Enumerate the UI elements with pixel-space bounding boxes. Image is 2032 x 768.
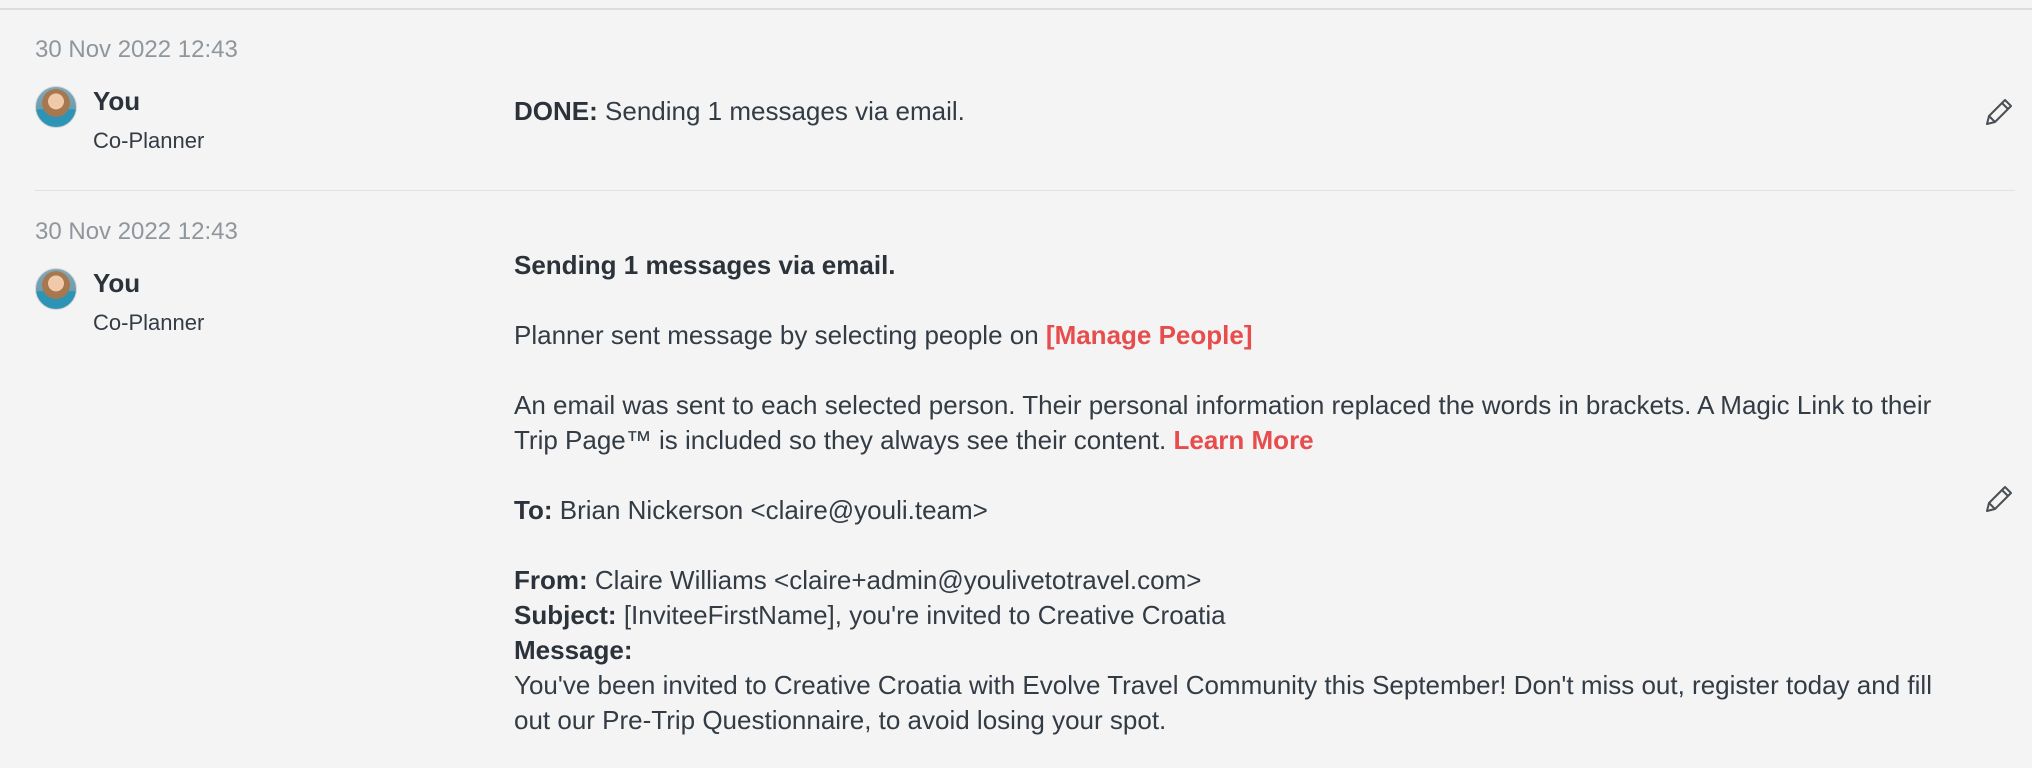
message-value: You've been invited to Creative Croatia … xyxy=(514,670,1932,735)
from-label: From: xyxy=(514,565,588,595)
edit-button[interactable] xyxy=(1981,96,2015,130)
info-paragraph: An email was sent to each selected perso… xyxy=(514,388,1974,458)
pencil-icon xyxy=(1986,486,2012,512)
from-line: From: Claire Williams <claire+admin@youl… xyxy=(514,563,1974,598)
activity-entry: 30 Nov 2022 12:43 You Co-Planner DONE: S… xyxy=(35,36,2015,191)
sent-line-text: Planner sent message by selecting people… xyxy=(514,320,1039,350)
pencil-icon xyxy=(1986,99,2012,125)
to-label: To: xyxy=(514,495,553,525)
status-line: DONE: Sending 1 messages via email. xyxy=(514,94,1974,129)
to-line: To: Brian Nickerson <claire@youli.team> xyxy=(514,493,1974,528)
activity-entry: 30 Nov 2022 12:43 You Co-Planner Sending… xyxy=(35,218,2015,758)
status-prefix: DONE: xyxy=(514,96,598,126)
entry-body: Sending 1 messages via email. Planner se… xyxy=(514,248,1974,738)
subject-value: [InviteeFirstName], you're invited to Cr… xyxy=(623,600,1226,630)
manage-people-link[interactable]: [Manage People] xyxy=(1046,320,1253,350)
user-avatar[interactable] xyxy=(35,86,77,128)
message-label: Message: xyxy=(514,635,633,665)
author-role: Co-Planner xyxy=(93,128,205,153)
author-name: You xyxy=(93,86,141,116)
edit-button[interactable] xyxy=(1981,483,2015,517)
sent-line: Planner sent message by selecting people… xyxy=(514,318,1974,353)
message-heading: Sending 1 messages via email. xyxy=(514,250,896,280)
entry-timestamp: 30 Nov 2022 12:43 xyxy=(35,36,238,63)
author-role: Co-Planner xyxy=(93,310,205,335)
to-value: Brian Nickerson <claire@youli.team> xyxy=(559,495,988,525)
subject-line: Subject: [InviteeFirstName], you're invi… xyxy=(514,598,1974,633)
author-name: You xyxy=(93,268,141,298)
status-text: Sending 1 messages via email. xyxy=(605,96,965,126)
entry-body: DONE: Sending 1 messages via email. xyxy=(514,94,1974,129)
from-value: Claire Williams <claire+admin@youlivetot… xyxy=(594,565,1202,595)
top-divider xyxy=(0,8,2032,10)
user-avatar[interactable] xyxy=(35,268,77,310)
learn-more-link[interactable]: Learn More xyxy=(1174,425,1314,455)
subject-label: Subject: xyxy=(514,600,617,630)
entry-timestamp: 30 Nov 2022 12:43 xyxy=(35,218,238,245)
